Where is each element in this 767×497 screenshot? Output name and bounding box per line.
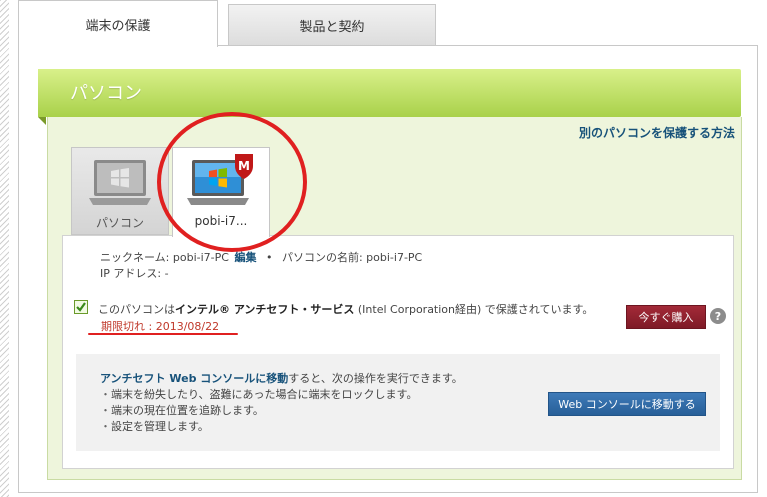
- web-console-box: アンチセフト Web コンソールに移動すると、次の操作を実行できます。 端末を紛…: [76, 354, 720, 451]
- tab-device-protection[interactable]: 端末の保護: [18, 0, 218, 47]
- pc-name-label: パソコンの名前:: [281, 251, 363, 264]
- help-icon[interactable]: ?: [710, 308, 726, 324]
- section-title: パソコン: [70, 83, 142, 104]
- ip-label: IP アドレス:: [100, 267, 162, 280]
- nickname-label: ニックネーム:: [100, 251, 170, 264]
- header-fold-decoration: [38, 117, 46, 125]
- nickname-line: ニックネーム: pobi-i7-PC 編集 • パソコンの名前: pobi-i7…: [100, 249, 422, 265]
- console-after-link: すると、次の操作を実行できます。: [288, 372, 463, 385]
- tab-label: 端末の保護: [85, 18, 151, 34]
- nickname-value: pobi-i7-PC: [172, 251, 229, 264]
- check-icon: [76, 302, 86, 312]
- protection-status-text: このパソコンはインテル® アンチセフト・サービス (Intel Corporat…: [98, 301, 593, 317]
- device-card-pobi-i7[interactable]: M pobi-i7...: [172, 147, 270, 237]
- laptop-gray-icon: [89, 160, 151, 205]
- ip-value: -: [164, 267, 169, 280]
- buy-now-button[interactable]: 今すぐ購入: [626, 305, 706, 329]
- console-feature-list: 端末を紛失したり、盗難にあった場合に端末をロックします。 端末の現在位置を追跡し…: [100, 387, 417, 435]
- protection-checkbox[interactable]: [74, 300, 88, 314]
- list-item: 端末の現在位置を追跡します。: [100, 403, 417, 419]
- device-label: pobi-i7...: [194, 214, 248, 228]
- device-label: パソコン: [95, 216, 144, 230]
- go-to-web-console-button[interactable]: Web コンソールに移動する: [548, 392, 706, 416]
- protect-other-pc-link[interactable]: 別のパソコンを保護する方法: [579, 124, 735, 141]
- pc-name-value: pobi-i7-PC: [366, 251, 423, 264]
- expiry-date: 期限切れ : 2013/08/22: [101, 320, 220, 333]
- console-link[interactable]: アンチセフト Web コンソールに移動: [100, 372, 288, 385]
- protection-prefix: このパソコンは: [98, 303, 175, 316]
- device-card-generic[interactable]: パソコン: [71, 147, 169, 235]
- ip-line: IP アドレス: -: [100, 265, 169, 281]
- protection-product: インテル® アンチセフト・サービス: [175, 303, 355, 316]
- console-description: アンチセフト Web コンソールに移動すると、次の操作を実行できます。: [100, 370, 463, 386]
- laptop-windows-mcafee-icon: M: [187, 154, 253, 205]
- list-item: 設定を管理します。: [100, 419, 417, 435]
- tab-label: 製品と契約: [299, 20, 365, 35]
- svg-text:M: M: [238, 159, 250, 173]
- edit-nickname-link[interactable]: 編集: [234, 251, 256, 264]
- tab-products-contracts[interactable]: 製品と契約: [228, 4, 436, 46]
- separator: •: [265, 251, 273, 264]
- left-hatch-border: [0, 0, 9, 497]
- list-item: 端末を紛失したり、盗難にあった場合に端末をロックします。: [100, 387, 417, 403]
- protection-suffix: (Intel Corporation経由) で保護されています。: [354, 303, 594, 316]
- section-header: パソコン: [38, 69, 741, 117]
- annotation-underline: [88, 333, 238, 335]
